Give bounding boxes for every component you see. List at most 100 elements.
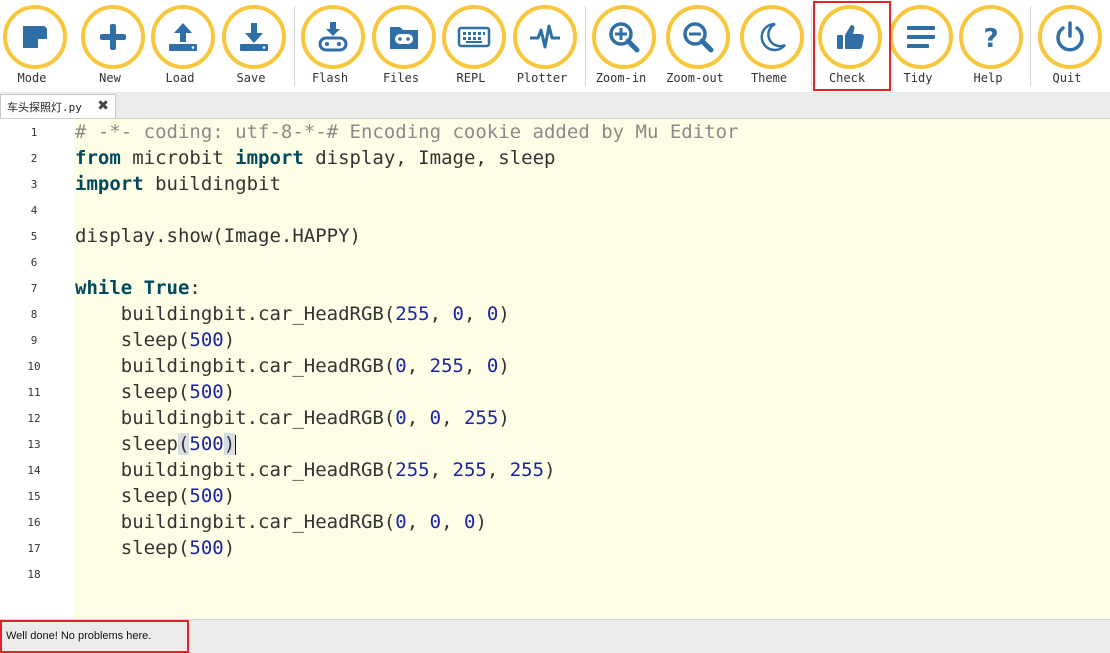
code-line[interactable]: 15 sleep(500) [0,483,1110,509]
save-button-circle[interactable] [222,5,286,69]
keyboard-icon [457,20,491,54]
code-text: # -*- coding: utf-8-*-# Encoding cookie … [75,119,738,145]
quit-button-circle[interactable] [1038,5,1102,69]
code-editor[interactable]: 1 # -*- coding: utf-8-*-# Encoding cookie… [0,119,1110,619]
code-token: 0 [486,355,499,377]
close-tab-icon[interactable]: ✖ [97,98,109,114]
line-number: 2 [30,152,38,165]
quit-button[interactable]: Quit [1035,0,1105,92]
code-token: 500 [189,433,224,455]
code-token: ( [177,433,190,455]
code-token: 0 [395,511,407,533]
toolbar-separator [811,6,812,86]
tidy-button[interactable]: Tidy [886,0,956,92]
power-icon [1053,20,1087,54]
help-button[interactable]: ? Help [956,0,1026,92]
code-token: display, Image, sleep [303,147,556,169]
toolbar-separator [294,6,295,86]
tab-file[interactable]: 车头探照灯.py ✖ [0,94,116,118]
code-token: ) [498,355,510,377]
code-text: sleep(500) [75,535,235,561]
code-line[interactable]: 9 sleep(500) [0,327,1110,353]
theme-button[interactable]: Theme [737,0,807,92]
code-line[interactable]: 4 [0,197,1110,223]
code-token: sleep( [75,537,190,559]
code-line[interactable]: 2 from microbit import display, Image, sl… [0,145,1110,171]
zoom-in-button-circle[interactable] [592,5,656,69]
code-token: , [429,459,453,481]
code-token: import [75,173,144,195]
code-text: buildingbit.car_HeadRGB(0, 255, 0) [75,353,510,379]
code-token: 255 [452,459,487,481]
code-line[interactable]: 18 [0,561,1110,587]
code-line[interactable]: 12 buildingbit.car_HeadRGB(0, 0, 255) [0,405,1110,431]
plotter-button-circle[interactable] [513,5,577,69]
code-token: ) [223,329,236,351]
code-line[interactable]: 5 display.show(Image.HAPPY) [0,223,1110,249]
save-button[interactable]: Save [219,0,289,92]
repl-button[interactable]: REPL [439,0,509,92]
code-line[interactable]: 8 buildingbit.car_HeadRGB(255, 0, 0) [0,301,1110,327]
theme-button-circle[interactable] [740,5,804,69]
load-button-label: Load [165,71,195,85]
code-token: ) [223,381,236,403]
code-line[interactable]: 3 import buildingbit [0,171,1110,197]
line-number: 7 [30,282,38,295]
code-token: 255 [429,355,464,377]
mode-icon [18,20,52,54]
code-token: , [429,303,453,325]
line-number: 8 [30,308,38,321]
theme-button-label: Theme [750,71,788,85]
load-button-circle[interactable] [151,5,215,69]
zoom-out-button-circle[interactable] [666,5,730,69]
new-button[interactable]: New [78,0,148,92]
line-number: 10 [27,360,41,373]
code-text: buildingbit.car_HeadRGB(0, 0, 0) [75,509,487,535]
code-line[interactable]: 7 while True: [0,275,1110,301]
files-button-circle[interactable] [372,5,436,69]
code-line[interactable]: 6 [0,249,1110,275]
code-token: sleep( [75,485,190,507]
code-text: sleep(500) [75,431,237,457]
load-button[interactable]: Load [148,0,218,92]
code-line[interactable]: 13 sleep(500) [0,431,1110,457]
files-button[interactable]: Files [369,0,439,92]
zoom-in-button-label: Zoom-in [595,71,647,85]
files-button-label: Files [382,71,420,85]
new-button-circle[interactable] [81,5,145,69]
repl-button-circle[interactable] [442,5,506,69]
zoom-out-button-label: Zoom-out [666,71,724,85]
code-token: ) [475,511,487,533]
help-button-circle[interactable]: ? [959,5,1023,69]
code-line[interactable]: 14 buildingbit.car_HeadRGB(255, 255, 255… [0,457,1110,483]
line-number: 6 [30,256,38,269]
line-number: 14 [27,464,41,477]
code-text: display.show(Image.HAPPY) [75,223,361,249]
tidy-button-circle[interactable] [889,5,953,69]
code-token: , [486,459,510,481]
status-highlight-box [0,620,189,653]
code-token: buildingbit [143,173,281,195]
code-line[interactable]: 16 buildingbit.car_HeadRGB(0, 0, 0) [0,509,1110,535]
mode-button[interactable]: Mode [0,0,70,92]
code-line[interactable]: 1 # -*- coding: utf-8-*-# Encoding cookie… [0,119,1110,145]
zoom-out-button[interactable]: Zoom-out [663,0,733,92]
code-token: 0 [486,303,499,325]
flash-icon [316,20,350,54]
code-token: sleep [75,433,178,455]
code-token: 500 [189,485,224,507]
line-number: 17 [27,542,41,555]
plotter-button[interactable]: Plotter [510,0,580,92]
flash-button-circle[interactable] [301,5,365,69]
flash-button[interactable]: Flash [298,0,368,92]
code-token: import [235,147,304,169]
zoom-in-icon [607,20,641,54]
code-line[interactable]: 11 sleep(500) [0,379,1110,405]
mode-button-circle[interactable] [3,5,67,69]
code-line[interactable]: 10 buildingbit.car_HeadRGB(0, 255, 0) [0,353,1110,379]
code-line[interactable]: 17 sleep(500) [0,535,1110,561]
zoom-in-button[interactable]: Zoom-in [589,0,659,92]
code-token: ) [498,407,510,429]
line-number: 5 [30,230,38,243]
